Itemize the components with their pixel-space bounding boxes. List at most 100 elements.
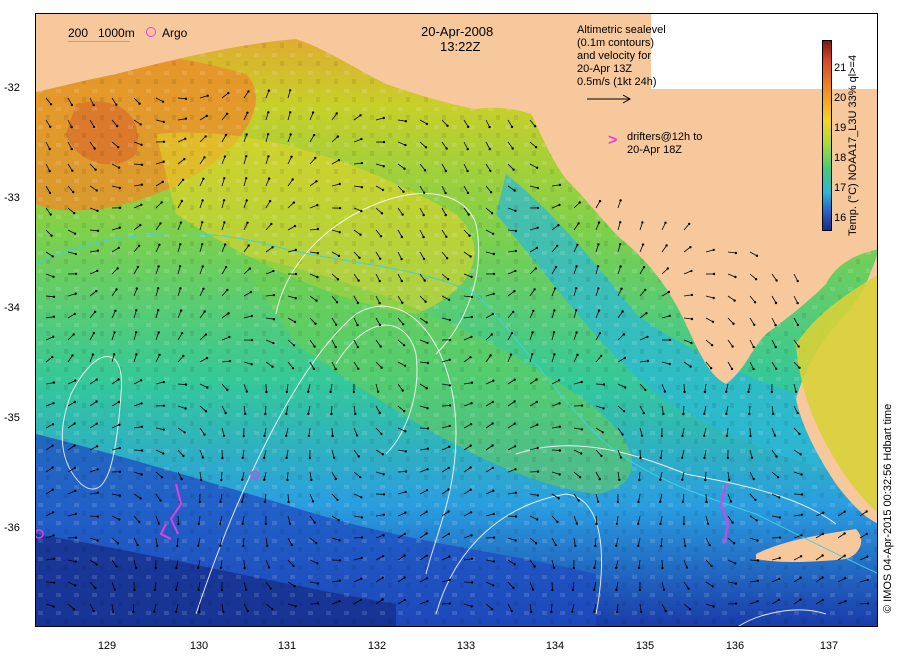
velocity-arrow-head — [224, 411, 227, 415]
velocity-arrow-head — [73, 466, 77, 470]
velocity-arrow-head — [115, 565, 118, 568]
velocity-arrow-head — [571, 588, 575, 592]
velocity-arrow-head — [425, 122, 429, 126]
velocity-arrow-head — [666, 267, 669, 270]
velocity-arrow-head — [550, 610, 553, 614]
velocity-arrow-head — [219, 544, 222, 547]
velocity-arrow-head — [382, 165, 385, 168]
velocity-arrow-head — [338, 231, 341, 234]
velocity-arrow-head — [162, 428, 165, 431]
velocity-arrow-head — [197, 522, 200, 526]
velocity-arrow-head — [162, 160, 165, 163]
velocity-arrow-head — [139, 223, 142, 227]
velocity-arrow-head — [51, 466, 54, 469]
velocity-arrow-head — [198, 610, 201, 614]
velocity-arrow-head — [799, 598, 802, 601]
depth-contour-label: 1000m — [98, 26, 135, 40]
velocity-arrow-head — [136, 265, 140, 269]
velocity-arrow-head — [263, 456, 266, 459]
velocity-arrow-head — [556, 244, 559, 248]
velocity-arrow-head — [624, 386, 627, 389]
velocity-arrow-head — [334, 345, 337, 349]
velocity-arrow-head — [536, 494, 540, 497]
velocity-arrow-head — [796, 323, 800, 327]
velocity-arrow-head — [615, 588, 618, 592]
velocity-arrow-head — [132, 610, 135, 614]
velocity-arrow — [595, 383, 605, 385]
velocity-arrow-head — [637, 500, 640, 504]
velocity-arrow-head — [488, 147, 491, 151]
velocity-arrow-head — [357, 455, 360, 458]
velocity-arrow-head — [469, 356, 472, 359]
velocity-arrow-head — [74, 584, 77, 587]
velocity-arrow — [353, 537, 363, 539]
velocity-arrow-head — [580, 380, 583, 384]
velocity-arrow — [595, 515, 597, 525]
velocity-arrow-head — [796, 279, 799, 283]
velocity-arrow-head — [315, 180, 318, 183]
velocity-arrow-head — [866, 555, 869, 558]
velocity-arrow-head — [668, 338, 672, 342]
velocity-arrow-head — [178, 265, 182, 268]
velocity-arrow-head — [91, 353, 95, 356]
velocity-arrow-head — [378, 279, 381, 283]
velocity-arrow-head — [175, 588, 178, 591]
velocity-arrow-head — [52, 534, 55, 537]
velocity-arrow-head — [703, 456, 706, 460]
velocity-arrow-head — [512, 168, 515, 171]
velocity-arrow-head — [572, 566, 576, 570]
lon-label: 133 — [456, 640, 476, 652]
velocity-arrow-head — [404, 143, 407, 147]
velocity-arrow-head — [356, 301, 360, 305]
velocity-arrow-head — [535, 378, 538, 381]
drifter-legend-icon: > — [608, 132, 618, 149]
velocity-arrow-head — [380, 212, 384, 215]
velocity-arrow-head — [597, 287, 600, 290]
velocity-arrow-head — [95, 378, 98, 381]
velocity-arrow-head — [227, 91, 230, 95]
velocity-arrow-head — [311, 111, 315, 114]
velocity-arrow-head — [578, 201, 581, 204]
velocity-arrow-head — [243, 566, 246, 570]
velocity-arrow-head — [403, 576, 406, 579]
velocity-arrow-head — [596, 265, 600, 268]
velocity-arrow-head — [638, 588, 642, 592]
velocity-arrow-head — [619, 221, 622, 224]
velocity-arrow-head — [115, 103, 118, 106]
velocity-arrow-head — [224, 133, 228, 137]
velocity-arrow-head — [222, 610, 225, 614]
velocity-arrow-head — [425, 510, 428, 513]
velocity-arrow-head — [201, 265, 204, 268]
velocity-arrow-head — [51, 488, 54, 491]
velocity-arrow-head — [356, 323, 359, 327]
velocity-arrow-head — [294, 297, 297, 300]
velocity-arrow — [441, 405, 451, 407]
velocity-arrow-head — [307, 390, 310, 393]
velocity-arrow-head — [157, 522, 160, 525]
velocity-arrow-head — [448, 602, 452, 605]
velocity-arrow-head — [312, 367, 316, 371]
velocity-arrow-head — [93, 310, 97, 313]
velocity-arrow-head — [206, 94, 209, 97]
lon-label: 134 — [545, 640, 565, 652]
velocity-arrow-head — [48, 191, 52, 195]
velocity-arrow-head — [138, 520, 141, 524]
velocity-arrow-head — [359, 233, 362, 236]
velocity-arrow-head — [114, 309, 117, 312]
velocity-arrow-head — [711, 585, 714, 588]
velocity-arrow-head — [118, 518, 121, 521]
velocity-arrow-head — [48, 147, 51, 151]
velocity-arrow-head — [202, 177, 205, 180]
velocity-arrow-head — [266, 133, 270, 136]
velocity-arrow-head — [665, 244, 668, 247]
velocity-arrow-head — [601, 431, 604, 434]
velocity-arrow-head — [140, 163, 144, 166]
velocity-arrow-head — [92, 125, 96, 129]
velocity-arrow-head — [248, 267, 252, 270]
velocity-arrow-head — [558, 203, 561, 207]
velocity-arrow-head — [491, 444, 494, 447]
velocity-arrow-head — [531, 588, 535, 591]
velocity-arrow-head — [378, 301, 381, 305]
velocity-arrow-head — [404, 490, 407, 494]
velocity-arrow-head — [598, 199, 602, 203]
